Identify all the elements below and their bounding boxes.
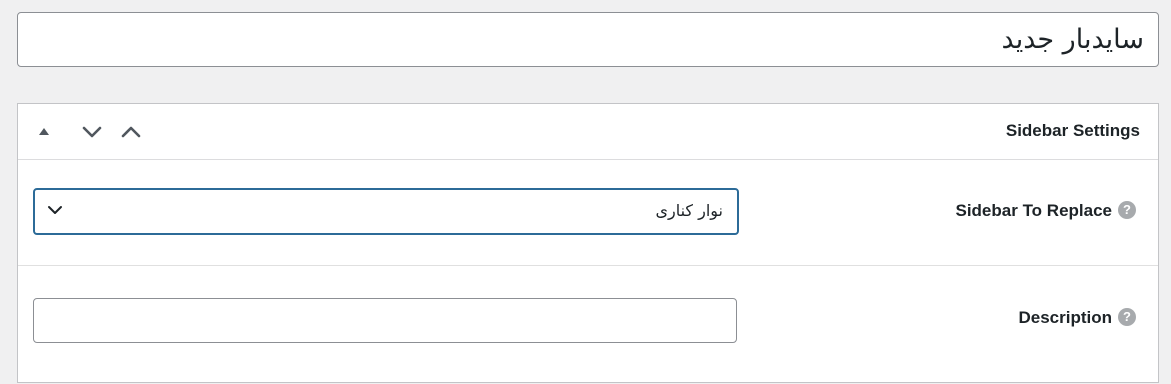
description-label: Description xyxy=(1018,308,1112,327)
chevron-down-icon[interactable] xyxy=(78,118,106,146)
description-row: Description ? xyxy=(18,266,1158,384)
panel-title: Sidebar Settings xyxy=(1005,121,1140,140)
help-icon[interactable]: ? xyxy=(1118,308,1136,326)
sidebar-settings-panel: Sidebar Settings Sidebar To Replace ? نو… xyxy=(17,103,1159,383)
sidebar-to-replace-label: Sidebar To Replace xyxy=(955,201,1112,220)
description-input[interactable] xyxy=(33,298,737,343)
chevron-up-icon[interactable] xyxy=(117,118,145,146)
panel-header: Sidebar Settings xyxy=(18,104,1158,160)
sidebar-to-replace-select[interactable]: نوار کناری xyxy=(33,188,739,235)
triangle-up-icon[interactable] xyxy=(30,118,58,146)
sidebar-to-replace-row: Sidebar To Replace ? نوار کناری xyxy=(18,160,1158,266)
selected-sidebar-value: نوار کناری xyxy=(655,201,723,220)
sidebar-title-input[interactable] xyxy=(17,12,1159,67)
help-icon[interactable]: ? xyxy=(1118,201,1136,219)
chevron-down-icon xyxy=(47,203,63,221)
